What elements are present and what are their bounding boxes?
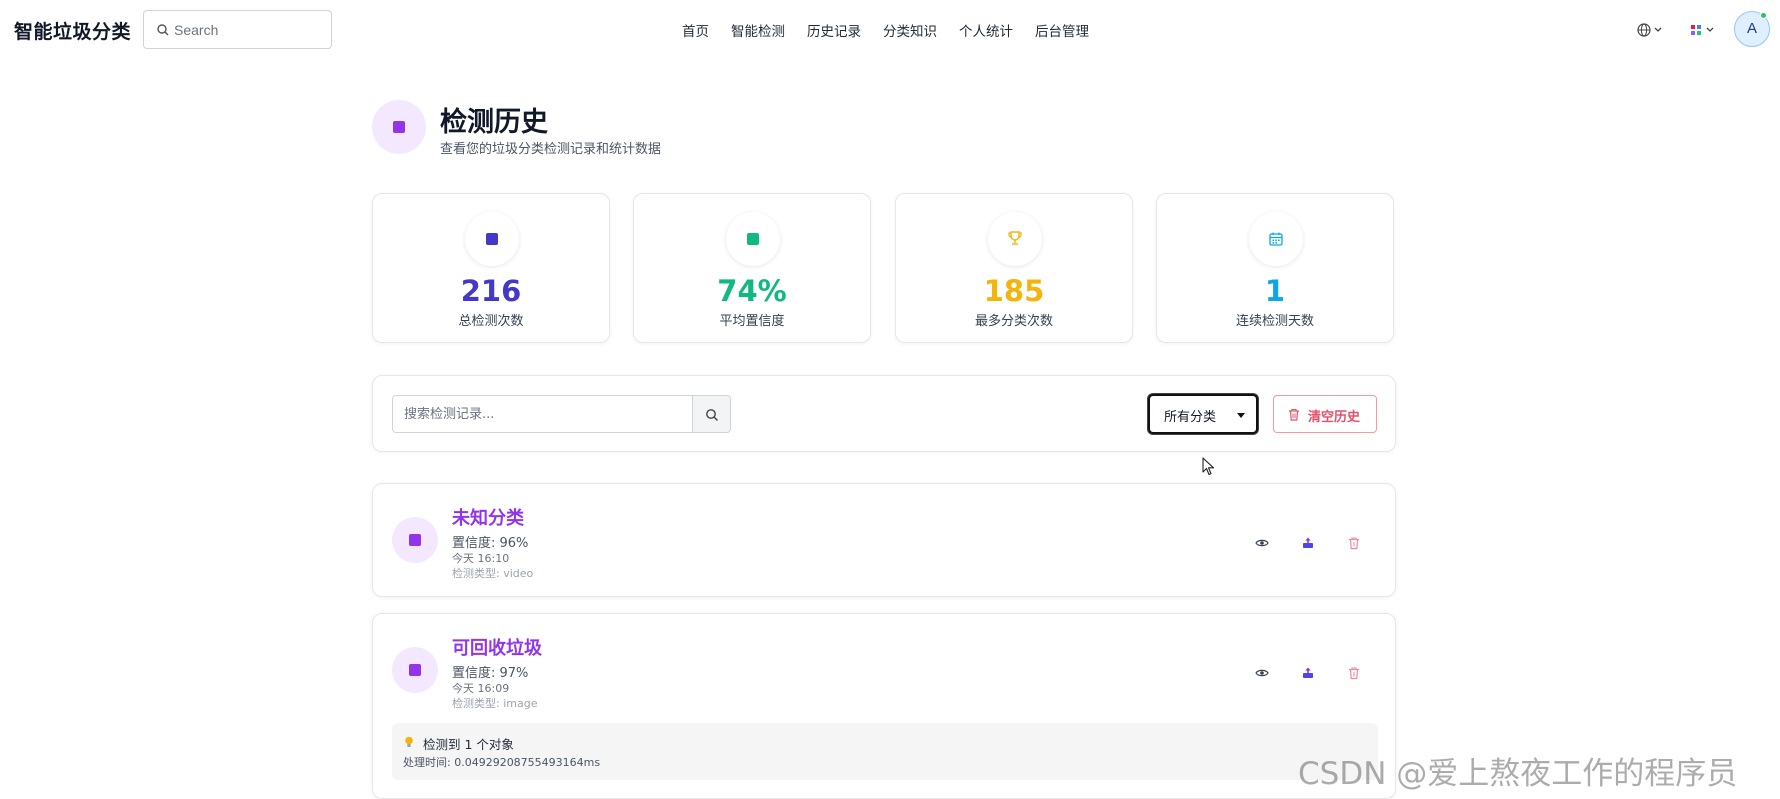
record-time: 今天 16:09: [452, 682, 510, 695]
stat-label: 最多分类次数: [974, 314, 1053, 329]
nav-personal-stats[interactable]: 个人统计: [959, 20, 1013, 40]
delete-trash-icon[interactable]: [1347, 536, 1361, 550]
stat-value: 74%: [717, 274, 787, 308]
watermark: CSDN @爱上熬夜工作的程序员: [1298, 756, 1738, 792]
stat-label: 总检测次数: [458, 314, 524, 329]
stat-value: 185: [983, 274, 1045, 308]
record-category: 未知分类: [452, 508, 524, 529]
trophy-icon: [988, 212, 1042, 266]
chart-icon: [465, 212, 519, 266]
calendar-icon: [1249, 212, 1303, 266]
stat-card-top-category: 185 最多分类次数: [895, 193, 1133, 343]
trend-icon: [726, 212, 780, 266]
globe-icon: [1637, 23, 1662, 37]
processing-time-text: 处理时间: 0.04929208755493164ms: [403, 756, 601, 769]
nav-smart-detect[interactable]: 智能检测: [731, 20, 785, 40]
apps-grid-icon: [1691, 25, 1714, 35]
page-title: 检测历史: [440, 107, 548, 138]
nav-admin[interactable]: 后台管理: [1035, 20, 1089, 40]
stat-label: 连续检测天数: [1235, 314, 1314, 329]
share-icon[interactable]: [1301, 536, 1315, 550]
record-type: 检测类型: image: [452, 697, 538, 710]
record-category: 可回收垃圾: [452, 638, 542, 659]
trash-icon: [1289, 408, 1299, 421]
filter-bar: 所有分类 清空历史: [372, 375, 1396, 452]
main-nav: 首页 智能检测 历史记录 分类知识 个人统计 后台管理: [682, 20, 1111, 40]
stat-card-streak: 1 连续检测天数: [1156, 193, 1394, 343]
history-record: 未知分类 置信度: 96% 今天 16:10 检测类型: video: [372, 483, 1396, 597]
view-eye-icon[interactable]: [1255, 666, 1269, 680]
nav-home[interactable]: 首页: [682, 20, 709, 40]
lightbulb-icon: [405, 736, 413, 747]
brand-logo[interactable]: 智能垃圾分类: [14, 17, 131, 44]
delete-trash-icon[interactable]: [1347, 666, 1361, 680]
stat-value: 1: [1264, 274, 1286, 308]
search-icon: [157, 24, 169, 36]
record-time: 今天 16:10: [452, 552, 510, 565]
chevron-down-icon: [1237, 413, 1245, 418]
apps-dropdown[interactable]: [1688, 21, 1720, 39]
clear-history-label: 清空历史: [1308, 410, 1361, 425]
history-chart-icon: [372, 100, 426, 154]
history-search-input[interactable]: [392, 395, 693, 433]
history-record: 可回收垃圾 置信度: 97% 今天 16:09 检测类型: image 检测到 …: [372, 613, 1396, 799]
record-confidence: 置信度: 96%: [452, 536, 529, 551]
record-confidence: 置信度: 97%: [452, 666, 529, 681]
category-select[interactable]: 所有分类: [1148, 394, 1258, 434]
chart-icon: [392, 647, 438, 693]
stat-card-total: 216 总检测次数: [372, 193, 610, 343]
view-eye-icon[interactable]: [1255, 536, 1269, 550]
stat-card-confidence: 74% 平均置信度: [633, 193, 871, 343]
category-select-value: 所有分类: [1164, 410, 1217, 425]
language-dropdown[interactable]: [1636, 21, 1668, 39]
share-icon[interactable]: [1301, 666, 1315, 680]
detected-objects-text: 检测到 1 个对象: [423, 737, 514, 752]
clear-history-button[interactable]: 清空历史: [1273, 395, 1377, 433]
stat-label: 平均置信度: [719, 314, 785, 329]
chart-icon: [392, 517, 438, 563]
nav-history[interactable]: 历史记录: [807, 20, 861, 40]
history-search-button[interactable]: [693, 395, 731, 433]
top-search-box[interactable]: [143, 10, 332, 49]
page-subtitle: 查看您的垃圾分类检测记录和统计数据: [440, 142, 662, 157]
record-type: 检测类型: video: [452, 567, 534, 580]
stat-value: 216: [460, 274, 522, 308]
detection-detail-box: 检测到 1 个对象 处理时间: 0.04929208755493164ms: [392, 723, 1378, 780]
top-search-input[interactable]: [174, 19, 324, 41]
mouse-cursor-icon: [1202, 457, 1215, 476]
online-status-dot: [1760, 12, 1767, 19]
search-icon: [706, 409, 718, 421]
nav-knowledge[interactable]: 分类知识: [883, 20, 937, 40]
top-navbar: 智能垃圾分类 首页 智能检测 历史记录 分类知识 个人统计 后台管理: [0, 0, 1780, 60]
